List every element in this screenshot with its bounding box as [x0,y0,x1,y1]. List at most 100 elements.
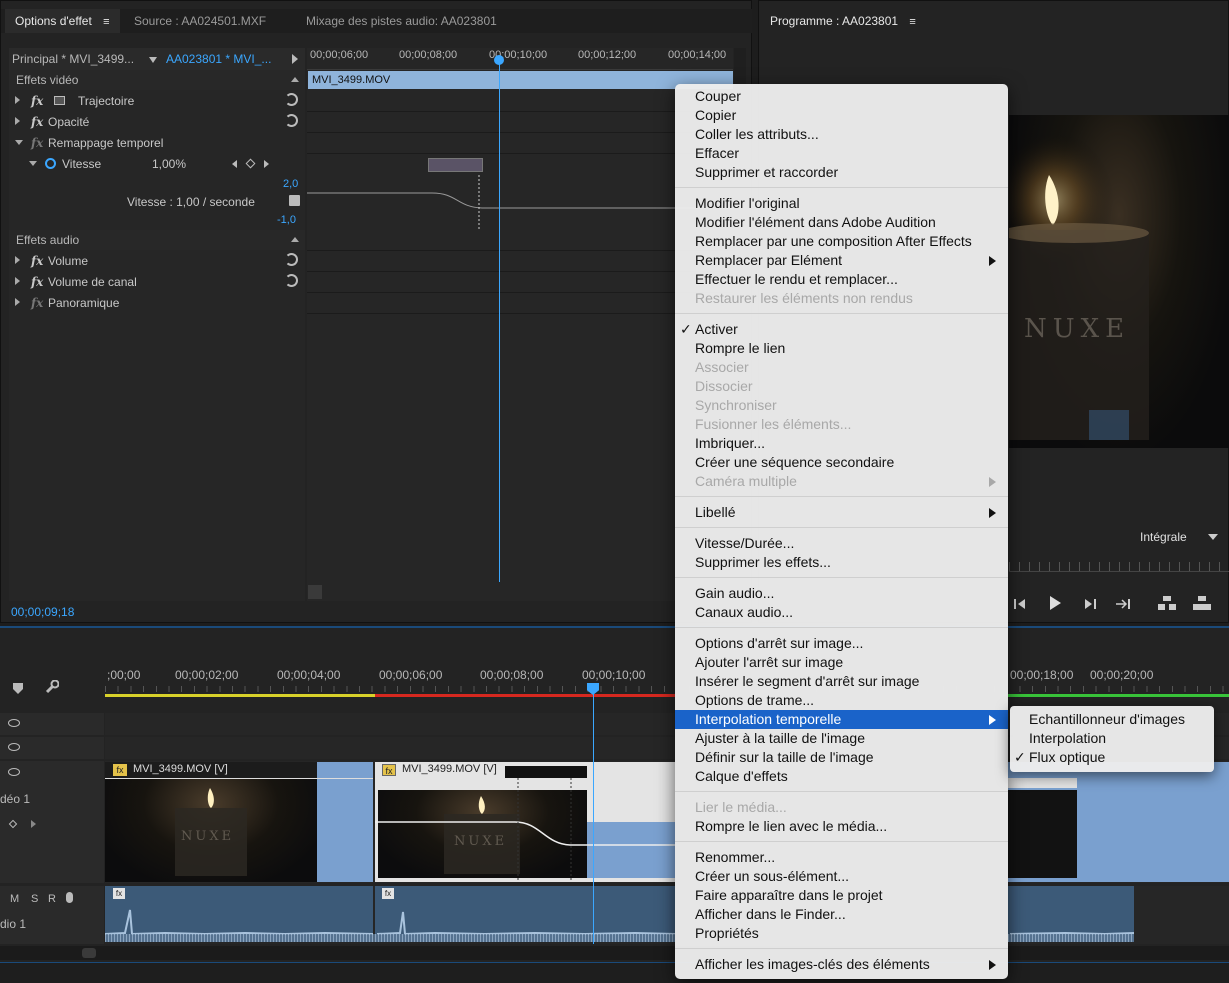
fx-icon[interactable]: fx [31,275,43,289]
menu-item[interactable]: Renommer... [675,848,1008,867]
chevron-down-icon[interactable] [149,57,157,63]
effect-row-trajectoire[interactable]: fx Trajectoire [9,91,305,112]
menu-item[interactable]: Effectuer le rendu et remplacer... [675,270,1008,289]
fx-badge-icon[interactable]: fx [382,764,396,776]
clip-bar[interactable]: MVI_3499.MOV [308,71,733,89]
sequence-clip[interactable]: AA023801 * MVI_... [166,52,271,66]
menu-item[interactable]: Supprimer et raccorder [675,163,1008,182]
collapse-up-icon[interactable] [291,237,299,242]
step-forward-icon[interactable] [1084,597,1096,609]
zoom-select[interactable]: Intégrale [1132,526,1222,548]
extract-icon[interactable] [1193,596,1211,610]
menu-item[interactable]: Options d'arrêt sur image... [675,634,1008,653]
play-triangle-icon[interactable] [292,54,298,64]
fx-icon[interactable]: fx [31,94,43,108]
collapse-icon[interactable] [15,140,23,145]
menu-item[interactable]: Afficher les images-clés des éléments [675,955,1008,974]
scroll-thumb[interactable] [82,948,96,958]
effect-row-volume-canal[interactable]: fx Volume de canal [9,272,305,293]
expand-icon[interactable] [15,277,20,285]
speed-keyframe-range[interactable] [428,158,483,172]
record-button[interactable]: R [48,893,56,905]
menu-item[interactable]: Couper [675,87,1008,106]
menu-item[interactable]: Coller les attributs... [675,125,1008,144]
fx-badge-icon[interactable]: fx [382,888,394,899]
menu-item[interactable]: Rompre le lien avec le média... [675,817,1008,836]
program-scrubber[interactable] [1009,562,1229,572]
menu-item[interactable]: Imbriquer... [675,434,1008,453]
timecode[interactable]: 00;00;09;18 [11,605,74,619]
submenu-item[interactable]: Echantillonneur d'images [1010,710,1214,729]
prev-keyframe-icon[interactable] [232,160,237,168]
wrench-icon[interactable] [45,679,60,694]
menu-item[interactable]: Propriétés [675,924,1008,943]
reset-icon[interactable] [285,114,298,127]
eye-icon[interactable] [8,768,20,776]
menu-item[interactable]: Créer une séquence secondaire [675,453,1008,472]
go-to-out-icon[interactable] [1116,597,1132,609]
menu-item[interactable]: Canaux audio... [675,603,1008,622]
fx-badge-icon[interactable]: fx [113,764,127,776]
expand-icon[interactable] [15,117,20,125]
next-keyframe-icon[interactable] [31,820,36,828]
scroll-corner[interactable] [308,585,322,599]
eye-icon[interactable] [8,719,20,727]
menu-item[interactable]: Rompre le lien [675,339,1008,358]
sequence-master[interactable]: Principal * MVI_3499... [12,52,134,66]
reset-icon[interactable] [285,274,298,287]
menu-item[interactable]: Gain audio... [675,584,1008,603]
panel-menu-icon[interactable]: ≡ [909,16,915,28]
menu-item[interactable]: Interpolation temporelle [675,710,1008,729]
eye-icon[interactable] [8,743,20,751]
menu-item[interactable]: Supprimer les effets... [675,553,1008,572]
menu-item[interactable]: Libellé [675,503,1008,522]
expand-icon[interactable] [15,96,20,104]
menu-item[interactable]: Ajouter l'arrêt sur image [675,653,1008,672]
tab-audio-mixer[interactable]: Mixage des pistes audio: AA023801 [296,9,507,33]
fx-icon[interactable]: fx [31,254,43,268]
stopwatch-icon[interactable] [45,158,56,169]
collapse-icon[interactable] [29,161,37,166]
menu-item[interactable]: Ajuster à la taille de l'image [675,729,1008,748]
snap-icon[interactable] [13,682,23,694]
add-keyframe-icon[interactable] [245,158,256,169]
reset-icon[interactable] [285,93,298,106]
menu-item[interactable]: Vitesse/Durée... [675,534,1008,553]
menu-item[interactable]: Copier [675,106,1008,125]
menu-item[interactable]: Modifier l'élément dans Adobe Audition [675,213,1008,232]
program-tab[interactable]: Programme : AA023801 ≡ [760,9,916,33]
transform-icon[interactable] [54,96,65,105]
effect-row-opacite[interactable]: fx Opacité [9,112,305,133]
mic-icon[interactable] [66,892,73,903]
next-keyframe-icon[interactable] [264,160,269,168]
menu-item[interactable]: ✓ Activer [675,320,1008,339]
menu-item[interactable]: Créer un sous-élément... [675,867,1008,886]
timeline-scrollbar[interactable] [0,946,1229,960]
fx-icon[interactable]: fx [31,115,43,129]
menu-item[interactable]: Modifier l'original [675,194,1008,213]
fx-badge-icon[interactable]: fx [113,888,125,899]
panel-menu-icon[interactable]: ≡ [103,16,109,28]
effect-row-remappage[interactable]: fx Remappage temporel [9,133,305,154]
menu-item[interactable]: Insérer le segment d'arrêt sur image [675,672,1008,691]
menu-item[interactable]: Remplacer par Elément [675,251,1008,270]
menu-item[interactable]: Calque d'effets [675,767,1008,786]
lift-icon[interactable] [1158,596,1176,610]
menu-item[interactable]: Définir sur la taille de l'image [675,748,1008,767]
menu-item[interactable]: Afficher dans le Finder... [675,905,1008,924]
speed-value[interactable]: 1,00% [152,157,186,171]
effect-row-volume[interactable]: fx Volume [9,251,305,272]
solo-button[interactable]: S [31,893,38,905]
step-back-icon[interactable] [1014,597,1026,609]
menu-item[interactable]: Options de trame... [675,691,1008,710]
mute-button[interactable]: M [10,893,19,905]
tab-source[interactable]: Source : AA024501.MXF [124,9,276,33]
menu-item[interactable]: Effacer [675,144,1008,163]
reset-icon[interactable] [285,253,298,266]
tab-effect-options[interactable]: Options d'effet ≡ [5,9,120,33]
expand-icon[interactable] [15,298,20,306]
submenu-item[interactable]: ✓ Flux optique [1010,748,1214,767]
play-icon[interactable] [1048,596,1062,610]
speed-row[interactable]: Vitesse 1,00% [9,154,305,175]
menu-item[interactable]: Faire apparaître dans le projet [675,886,1008,905]
